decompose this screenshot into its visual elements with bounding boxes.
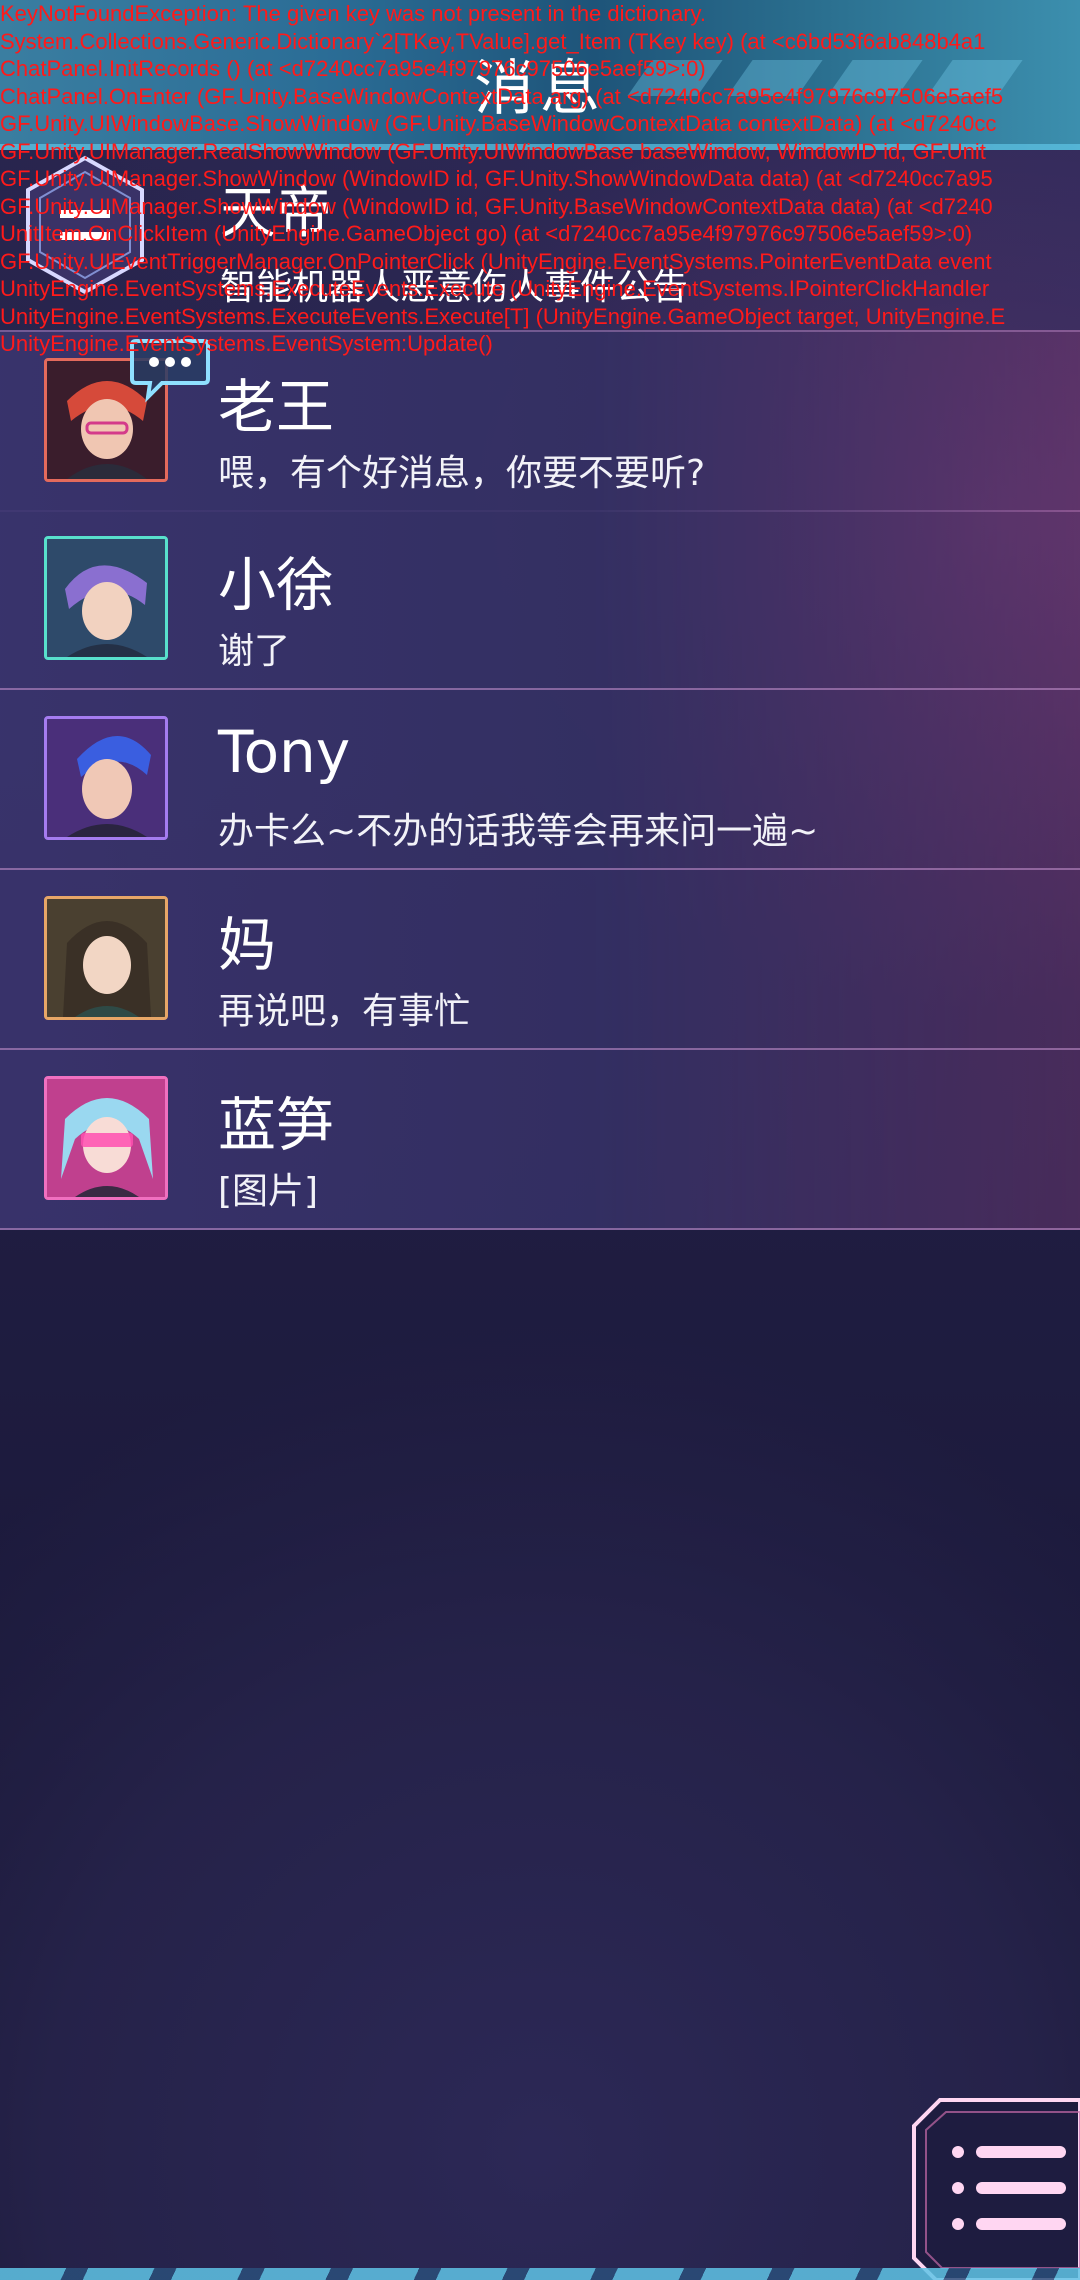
avatar bbox=[44, 1076, 168, 1200]
app-screen: 消息 天帝 智能机器人恶意伤人事件公告 老王 喂，有个好消息，你要不要听? 小徐… bbox=[0, 0, 1080, 2280]
contact-last-message: 再说吧，有事忙 bbox=[218, 991, 471, 1032]
contact-last-message: 谢了 bbox=[218, 631, 291, 672]
contact-item[interactable]: 蓝笋 [图片] bbox=[0, 1050, 1080, 1230]
avatar bbox=[44, 536, 168, 660]
contact-item[interactable]: 妈 再说吧，有事忙 bbox=[0, 870, 1080, 1050]
contact-name: 蓝笋 bbox=[218, 1091, 335, 1159]
page-title: 消息 bbox=[474, 54, 606, 124]
avatar-portrait bbox=[47, 1079, 165, 1197]
contact-name: 老王 bbox=[218, 373, 335, 441]
avatar-portrait bbox=[47, 899, 165, 1017]
chat-bubble-icon bbox=[128, 335, 212, 405]
hexagon-back-icon bbox=[26, 155, 144, 295]
contact-item[interactable]: Tony 办卡么~不办的话我等会再来问一遍~ bbox=[0, 690, 1080, 870]
back-button[interactable] bbox=[20, 150, 150, 300]
announcement-title: 智能机器人恶意伤人事件公告 bbox=[220, 267, 689, 308]
contact-last-message: 办卡么~不办的话我等会再来问一遍~ bbox=[218, 811, 819, 852]
contact-last-message: 喂，有个好消息，你要不要听? bbox=[218, 453, 706, 494]
contact-name: 小徐 bbox=[218, 551, 335, 619]
avatar bbox=[44, 896, 168, 1020]
bottom-decoration-bar bbox=[0, 2268, 1080, 2280]
avatar-portrait bbox=[47, 539, 165, 657]
contact-name: Tony bbox=[218, 718, 351, 786]
announcement-sender: 天帝 bbox=[220, 181, 332, 246]
contact-last-message: [图片] bbox=[218, 1171, 319, 1212]
avatar-portrait bbox=[47, 719, 165, 837]
menu-button[interactable] bbox=[910, 2098, 1080, 2280]
avatar bbox=[44, 716, 168, 840]
contact-name: 妈 bbox=[218, 911, 277, 979]
menu-list-icon bbox=[912, 2098, 1080, 2280]
contact-item[interactable]: 小徐 谢了 bbox=[0, 510, 1080, 690]
